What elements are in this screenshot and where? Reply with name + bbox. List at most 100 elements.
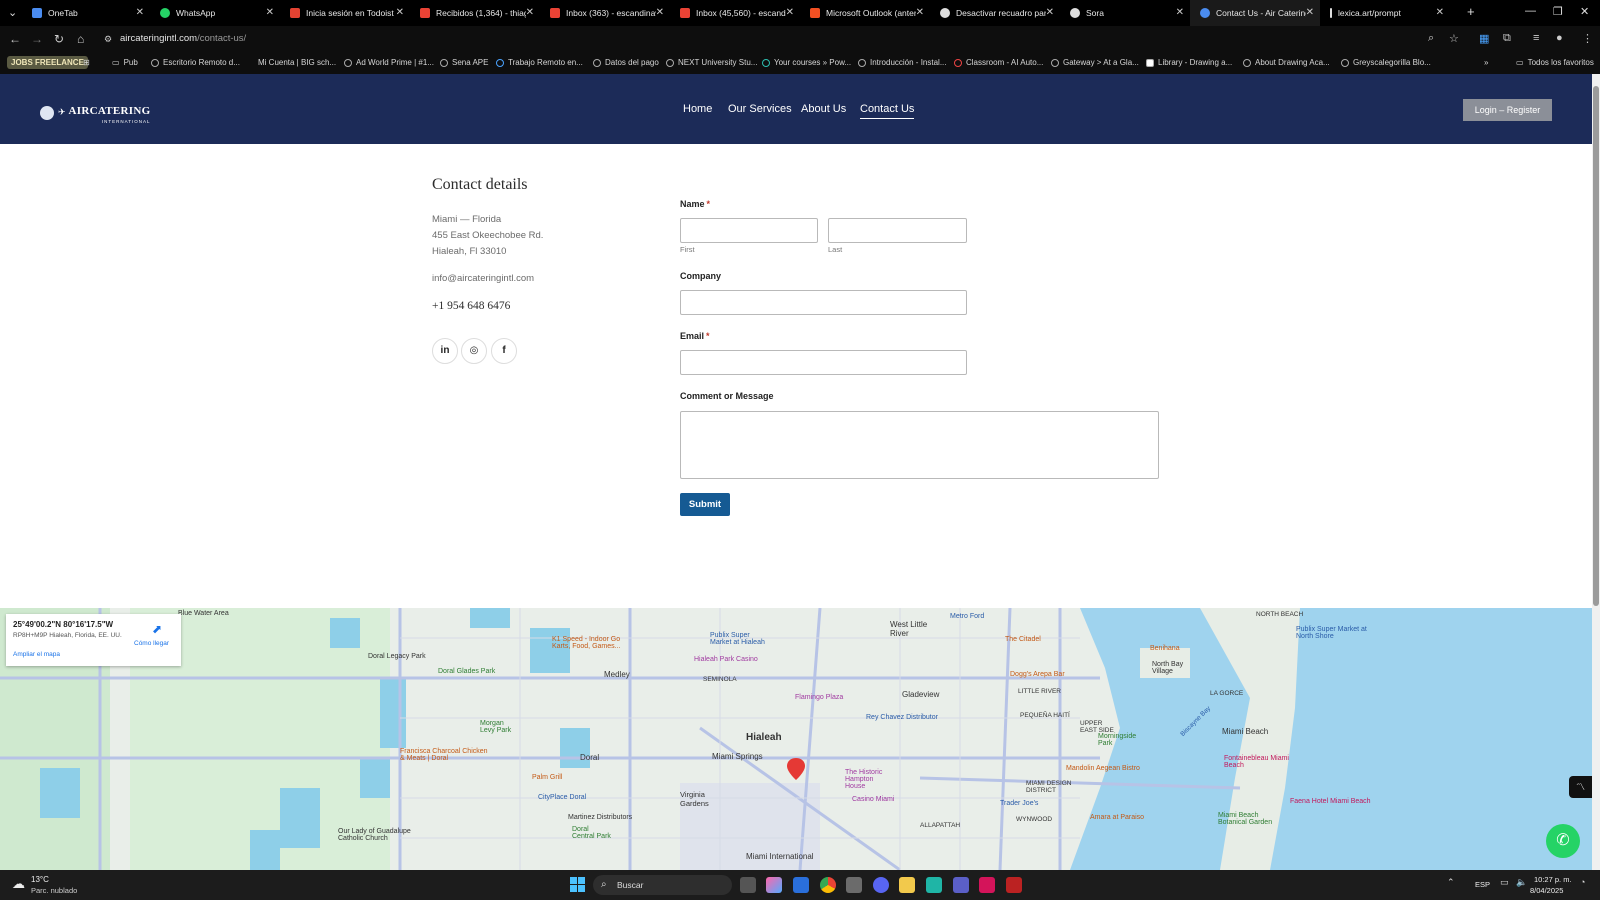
- file-explorer-icon[interactable]: [899, 877, 915, 893]
- message-textarea[interactable]: [680, 411, 1159, 479]
- last-name-input[interactable]: [828, 218, 967, 243]
- close-icon[interactable]: ✕: [266, 7, 274, 18]
- tab-todoist[interactable]: Inicia sesión en Todoist ✕: [280, 0, 410, 26]
- teams-icon[interactable]: [953, 877, 969, 893]
- forward-icon[interactable]: →: [31, 32, 43, 46]
- home-icon[interactable]: ⌂: [77, 32, 84, 46]
- side-widget-icon[interactable]: 〽: [1569, 776, 1592, 798]
- nav-contact-us[interactable]: Contact Us: [860, 103, 915, 119]
- notification-icon[interactable]: ◔: [1580, 877, 1596, 893]
- reload-icon[interactable]: ↻: [54, 32, 64, 46]
- tray-language[interactable]: ESP: [1475, 880, 1490, 889]
- tab-sora[interactable]: Sora ✕: [1060, 0, 1190, 26]
- more-menu-icon[interactable]: ⋮: [1582, 32, 1593, 45]
- submit-button[interactable]: Submit: [680, 493, 730, 516]
- window-close-icon[interactable]: ✕: [1580, 5, 1589, 18]
- bookmark-item[interactable]: Gateway > At a Gla...: [1051, 58, 1139, 67]
- login-register-button[interactable]: Login – Register: [1463, 99, 1552, 121]
- tab-desactivar[interactable]: Desactivar recuadro panta ✕: [930, 0, 1060, 26]
- profile-avatar-icon[interactable]: ●: [1556, 32, 1563, 44]
- app-icon[interactable]: [979, 877, 995, 893]
- bookmark-folder[interactable]: ▭ Pub: [112, 58, 138, 67]
- weather-desc[interactable]: Parc. nublado: [31, 886, 77, 895]
- apps-grid-icon[interactable]: ⊞: [83, 58, 90, 67]
- tab-gmail-recibidos[interactable]: Recibidos (1,364) - thiago ✕: [410, 0, 540, 26]
- bookmark-item[interactable]: Mi Cuenta | BIG sch...: [258, 58, 336, 67]
- scrollbar-thumb[interactable]: [1593, 86, 1599, 606]
- restore-icon[interactable]: ❐: [1553, 5, 1563, 18]
- directions-link[interactable]: Cómo llegar: [134, 640, 169, 647]
- url-field[interactable]: aircateringintl.com/contact-us/: [120, 33, 246, 44]
- new-tab-button[interactable]: +: [1467, 4, 1475, 19]
- enlarge-map-link[interactable]: Ampliar el mapa: [13, 651, 60, 658]
- weather-temp[interactable]: 13°C: [31, 875, 49, 884]
- bookmark-item[interactable]: Ad World Prime | #1...: [344, 58, 434, 67]
- close-icon[interactable]: ✕: [1306, 7, 1314, 18]
- app-icon[interactable]: [1006, 877, 1022, 893]
- company-input[interactable]: [680, 290, 967, 315]
- calculator-icon[interactable]: [846, 877, 862, 893]
- discord-icon[interactable]: [873, 877, 889, 893]
- chrome-icon[interactable]: [820, 877, 836, 893]
- tab-whatsapp[interactable]: WhatsApp ✕: [150, 0, 280, 26]
- bookmarks-overflow-icon[interactable]: »: [1484, 58, 1488, 67]
- facebook-icon[interactable]: f: [491, 338, 517, 364]
- extensions-icon[interactable]: ⧉: [1503, 32, 1511, 45]
- close-icon[interactable]: ✕: [786, 7, 794, 18]
- app-icon[interactable]: [926, 877, 942, 893]
- tab-lexica[interactable]: lexica.art/prompt ✕: [1320, 0, 1450, 26]
- bookmark-item[interactable]: Greyscalegorilla Blo...: [1341, 58, 1431, 67]
- bookmark-item[interactable]: Trabajo Remoto en...: [496, 58, 583, 67]
- bookmark-item[interactable]: Sena APE: [440, 58, 488, 67]
- copilot-icon[interactable]: [766, 877, 782, 893]
- tab-gmail-inbox-363[interactable]: Inbox (363) - escandinavo ✕: [540, 0, 670, 26]
- bookmark-item[interactable]: Escritorio Remoto d...: [151, 58, 240, 67]
- embedded-map[interactable]: Blue Water Area Doral Legacy Park Doral …: [0, 608, 1592, 870]
- back-icon[interactable]: ←: [9, 32, 21, 46]
- close-icon[interactable]: ✕: [136, 7, 144, 18]
- bookmark-jobs-freelance[interactable]: JOBS FREELANCE: [7, 56, 88, 69]
- taskbar-search[interactable]: ⌕ Buscar: [593, 875, 732, 895]
- tray-time[interactable]: 10:27 p. m.: [1534, 875, 1572, 884]
- close-icon[interactable]: ✕: [1046, 7, 1054, 18]
- bookmark-item[interactable]: NEXT University Stu...: [666, 58, 757, 67]
- close-icon[interactable]: ✕: [656, 7, 664, 18]
- zoom-icon[interactable]: ⌕: [1428, 32, 1434, 45]
- tab-contact-us[interactable]: Contact Us - Air Catering ✕: [1190, 0, 1320, 26]
- network-icon[interactable]: ▭: [1500, 877, 1516, 893]
- tab-outlook[interactable]: Microsoft Outlook (anter ✕: [800, 0, 930, 26]
- close-icon[interactable]: ✕: [526, 7, 534, 18]
- instagram-icon[interactable]: ◎: [461, 338, 487, 364]
- email-input[interactable]: [680, 350, 967, 375]
- contact-phone[interactable]: +1 954 648 6476: [432, 300, 510, 312]
- bookmark-item[interactable]: Library - Drawing a...: [1146, 58, 1232, 67]
- directions-icon[interactable]: ⬈: [152, 622, 162, 636]
- minimize-icon[interactable]: —: [1525, 5, 1536, 17]
- tab-onetab[interactable]: OneTab ✕: [22, 0, 150, 26]
- weather-icon[interactable]: ☁: [12, 876, 25, 892]
- all-favorites[interactable]: ▭ Todos los favoritos: [1516, 58, 1594, 67]
- close-icon[interactable]: ✕: [396, 7, 404, 18]
- nav-our-services[interactable]: Our Services: [728, 103, 792, 115]
- contact-email-link[interactable]: info@aircateringintl.com: [432, 273, 534, 284]
- close-icon[interactable]: ✕: [916, 7, 924, 18]
- first-name-input[interactable]: [680, 218, 818, 243]
- site-logo[interactable]: ✈ AIRCATERING INTERNATIONAL: [40, 101, 151, 124]
- bookmark-item[interactable]: Introducción - Instal...: [858, 58, 946, 67]
- media-icon[interactable]: ≡: [1533, 32, 1539, 44]
- tab-gmail-inbox-45560[interactable]: Inbox (45,560) - escandin ✕: [670, 0, 800, 26]
- close-icon[interactable]: ✕: [1176, 7, 1184, 18]
- extension-icon[interactable]: ▦: [1479, 32, 1489, 45]
- bookmark-item[interactable]: Your courses » Pow...: [762, 58, 851, 67]
- bookmark-item[interactable]: About Drawing Aca...: [1243, 58, 1330, 67]
- nav-home[interactable]: Home: [683, 103, 712, 115]
- bookmark-item[interactable]: Datos del pago: [593, 58, 659, 67]
- site-info-icon[interactable]: ⚙: [104, 34, 112, 45]
- task-view-icon[interactable]: [740, 877, 756, 893]
- star-icon[interactable]: ☆: [1449, 32, 1459, 45]
- nav-about-us[interactable]: About Us: [801, 103, 846, 115]
- close-icon[interactable]: ✕: [1436, 7, 1444, 18]
- tray-date[interactable]: 8/04/2025: [1530, 886, 1563, 895]
- linkedin-icon[interactable]: in: [432, 338, 458, 364]
- trello-icon[interactable]: [793, 877, 809, 893]
